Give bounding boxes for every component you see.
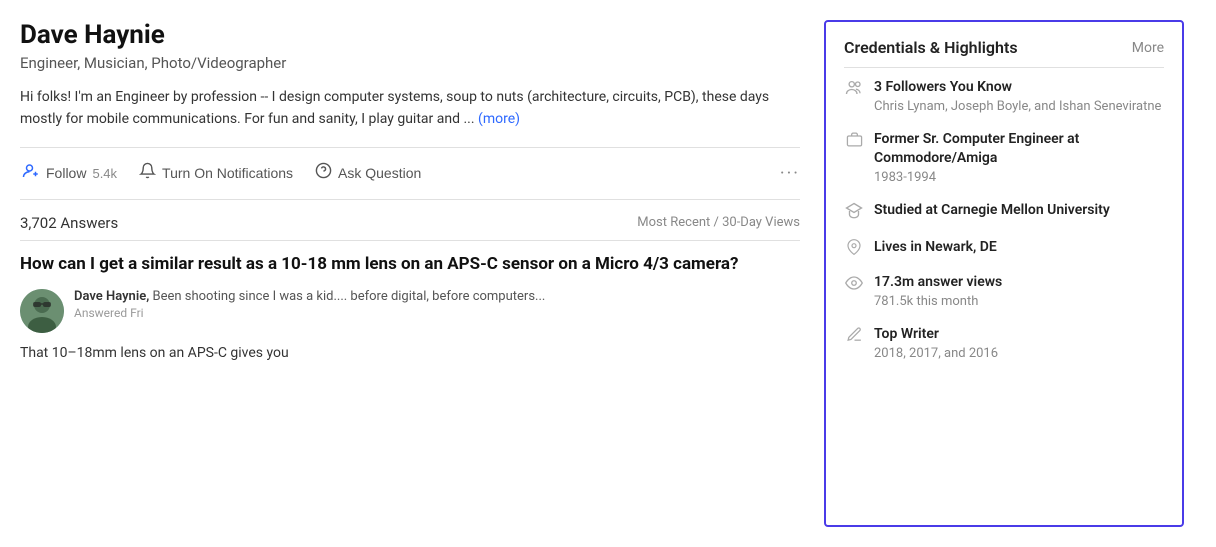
work-main: Former Sr. Computer Engineer at Commodor… (874, 130, 1164, 169)
writer-sub: 2018, 2017, and 2016 (874, 345, 998, 363)
location-icon (844, 239, 864, 259)
work-sub: 1983-1994 (874, 169, 1164, 187)
bio-more-link[interactable]: (more) (478, 111, 520, 127)
sidebar-title: Credentials & Highlights (844, 38, 1018, 57)
credential-writer: Top Writer 2018, 2017, and 2016 (844, 325, 1164, 363)
follow-icon (22, 162, 40, 185)
avatar (20, 289, 64, 333)
follow-count: 5.4k (92, 166, 117, 181)
more-options-button[interactable]: ··· (780, 163, 800, 184)
views-main: 17.3m answer views (874, 273, 1002, 293)
education-icon (844, 202, 864, 224)
location-main: Lives in Newark, DE (874, 238, 997, 258)
action-bar: Follow 5.4k Turn On Notifications (20, 147, 800, 200)
profile-bio: Hi folks! I'm an Engineer by profession … (20, 86, 800, 131)
followers-icon (844, 79, 864, 101)
answer-author: Dave Haynie, Been shooting since I was a… (74, 289, 800, 304)
answer-text: Dave Haynie, Been shooting since I was a… (74, 289, 800, 333)
ask-label: Ask Question (338, 165, 421, 181)
answers-header: 3,702 Answers Most Recent / 30-Day Views (20, 214, 800, 241)
credential-views: 17.3m answer views 781.5k this month (844, 273, 1164, 311)
ask-question-button[interactable]: Ask Question (313, 158, 423, 188)
profile-name: Dave Haynie (20, 20, 800, 50)
credentials-sidebar: Credentials & Highlights More 3 Follower… (824, 20, 1184, 527)
writer-icon (844, 326, 864, 347)
credential-followers: 3 Followers You Know Chris Lynam, Joseph… (844, 78, 1164, 116)
followers-sub: Chris Lynam, Joseph Boyle, and Ishan Sen… (874, 98, 1161, 116)
answers-count: 3,702 Answers (20, 214, 118, 232)
education-main: Studied at Carnegie Mellon University (874, 201, 1110, 221)
views-sub: 781.5k this month (874, 293, 1002, 311)
profile-tagline: Engineer, Musician, Photo/Videographer (20, 54, 800, 72)
credential-education: Studied at Carnegie Mellon University (844, 201, 1164, 224)
follow-label: Follow (46, 165, 86, 181)
writer-main: Top Writer (874, 325, 998, 345)
notifications-label: Turn On Notifications (162, 165, 293, 181)
ask-icon (315, 162, 332, 184)
answer-date: Answered Fri (74, 306, 800, 320)
credential-location: Lives in Newark, DE (844, 238, 1164, 259)
sidebar-more-button[interactable]: More (1132, 40, 1164, 56)
credential-work: Former Sr. Computer Engineer at Commodor… (844, 130, 1164, 187)
bottom-snippet: That 10–18mm lens on an APS-C gives you (20, 343, 800, 364)
question-title[interactable]: How can I get a similar result as a 10-1… (20, 253, 800, 277)
follow-button[interactable]: Follow 5.4k (20, 158, 119, 189)
answer-preview: Dave Haynie, Been shooting since I was a… (20, 289, 800, 333)
sidebar-header: Credentials & Highlights More (844, 38, 1164, 68)
followers-main: 3 Followers You Know (874, 78, 1161, 98)
work-icon (844, 131, 864, 152)
views-icon (844, 274, 864, 296)
notifications-button[interactable]: Turn On Notifications (137, 158, 295, 188)
bell-icon (139, 162, 156, 184)
answers-sort[interactable]: Most Recent / 30-Day Views (637, 215, 800, 230)
